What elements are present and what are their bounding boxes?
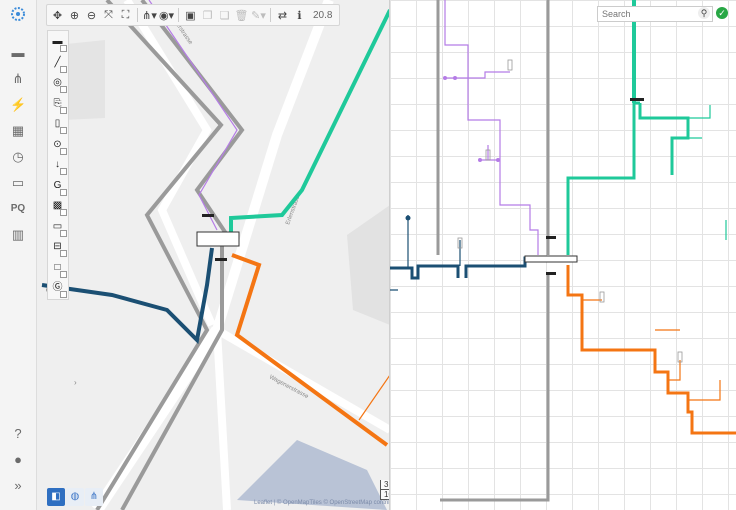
palette-submenu-icon[interactable]	[60, 188, 67, 196]
palette-submenu-icon[interactable]	[60, 86, 67, 93]
schematic-panel[interactable]	[390, 0, 736, 510]
shuffle-icon[interactable]: ⇄	[275, 7, 290, 23]
palette-submenu-icon[interactable]	[60, 168, 67, 175]
map-panel[interactable]: Wiemerstrasse Erlenstrasse Wagenerstrass…	[37, 0, 390, 510]
status-ok-icon[interactable]: ✓	[716, 7, 728, 19]
delete-icon[interactable]: 🗑	[234, 7, 249, 23]
toolbar-separator	[178, 8, 179, 22]
calculator-icon[interactable]: ▦	[10, 123, 26, 139]
info-icon[interactable]: ℹ	[292, 7, 307, 23]
bar-chart-icon[interactable]: ▥	[10, 227, 26, 243]
palette-submenu-icon[interactable]	[60, 127, 67, 134]
element-palette: ▬ ╱ ◎ ⎘ ▯ ⊙ ↓ G ▩ ▭ ⊟ □ Ⓖ	[47, 30, 69, 300]
palette-submenu-icon[interactable]	[60, 209, 67, 216]
palette-submenu-icon[interactable]	[60, 65, 67, 73]
substation-symbol	[196, 231, 240, 247]
network-tree-icon[interactable]: ⋔	[10, 71, 26, 87]
map-toolbar: ✥ ⊕ ⊖ ⤧ ⛶ ⋔▾ ◉▾ ▣ ❐ ❏ 🗑 ✎▾ ⇄ ℹ 20.8	[46, 4, 341, 26]
schematic-view-icon[interactable]: ⋔	[85, 488, 103, 506]
zoom-in-icon[interactable]: ⊕	[67, 7, 82, 23]
copy-icon[interactable]: ❐	[200, 7, 215, 23]
palette-submenu-icon[interactable]	[60, 106, 67, 114]
split-view-icon[interactable]: ◧	[47, 488, 65, 506]
fullscreen-icon[interactable]: ⛶	[118, 7, 133, 23]
plug-icon[interactable]: ⚡	[10, 97, 26, 113]
map-canvas: Wiemerstrasse Erlenstrasse Wagenerstrass…	[41, 0, 390, 510]
expand-icon[interactable]: »	[10, 478, 26, 494]
palette-submenu-icon[interactable]	[60, 250, 67, 257]
logo-icon[interactable]	[10, 6, 26, 22]
help-icon[interactable]: ?	[10, 426, 26, 442]
hierarchy-icon[interactable]: ⋔▾	[142, 7, 157, 23]
orange-feeder-line	[566, 265, 736, 435]
palette-submenu-icon[interactable]	[60, 291, 67, 298]
busbar-symbol	[524, 255, 578, 263]
pq-label[interactable]: PQ	[10, 201, 26, 217]
main-sidebar: ▬ ⋔ ⚡ ▦ ◷ ▭ PQ ▥ ? ● »	[0, 0, 37, 510]
grey-feeder-line	[440, 275, 550, 502]
palette-submenu-icon[interactable]	[60, 270, 67, 278]
paste-icon[interactable]: ❏	[217, 7, 232, 23]
eye-icon[interactable]: ◉▾	[159, 7, 174, 23]
fit-icon[interactable]: ⤧	[101, 7, 116, 23]
clock-icon[interactable]: ◷	[10, 149, 26, 165]
palette-submenu-icon[interactable]	[60, 45, 67, 52]
edit-icon[interactable]: ✎▾	[251, 7, 266, 23]
map-view-icon[interactable]: ◍	[66, 488, 84, 506]
zoom-out-icon[interactable]: ⊖	[84, 7, 99, 23]
image-icon[interactable]: ▣	[183, 7, 198, 23]
toolbar-separator	[270, 8, 271, 22]
teal-feeder-line	[566, 101, 690, 255]
orange-feeder-line	[358, 374, 390, 421]
palette-submenu-icon[interactable]	[60, 147, 67, 155]
collapse-arrow-icon[interactable]: ›	[74, 378, 77, 387]
map-attribution[interactable]: Leaflet | © OpenMapTiles © OpenStreetMap…	[254, 500, 405, 506]
purple-feeder-line	[444, 0, 539, 255]
folder-icon[interactable]: ▬	[10, 45, 26, 61]
navy-feeder-line	[390, 256, 540, 280]
view-switch: ◧ ◍ ⋔	[47, 488, 103, 506]
move-icon[interactable]: ✥	[50, 7, 65, 23]
palette-submenu-icon[interactable]	[60, 229, 67, 237]
toolbar-separator	[137, 8, 138, 22]
user-icon[interactable]: ●	[10, 452, 26, 468]
search-icon[interactable]: ⚲	[698, 7, 710, 19]
zoom-level: 20.8	[313, 9, 333, 21]
search-input[interactable]	[597, 6, 713, 22]
monitor-icon[interactable]: ▭	[10, 175, 26, 191]
schematic-canvas	[390, 0, 736, 502]
